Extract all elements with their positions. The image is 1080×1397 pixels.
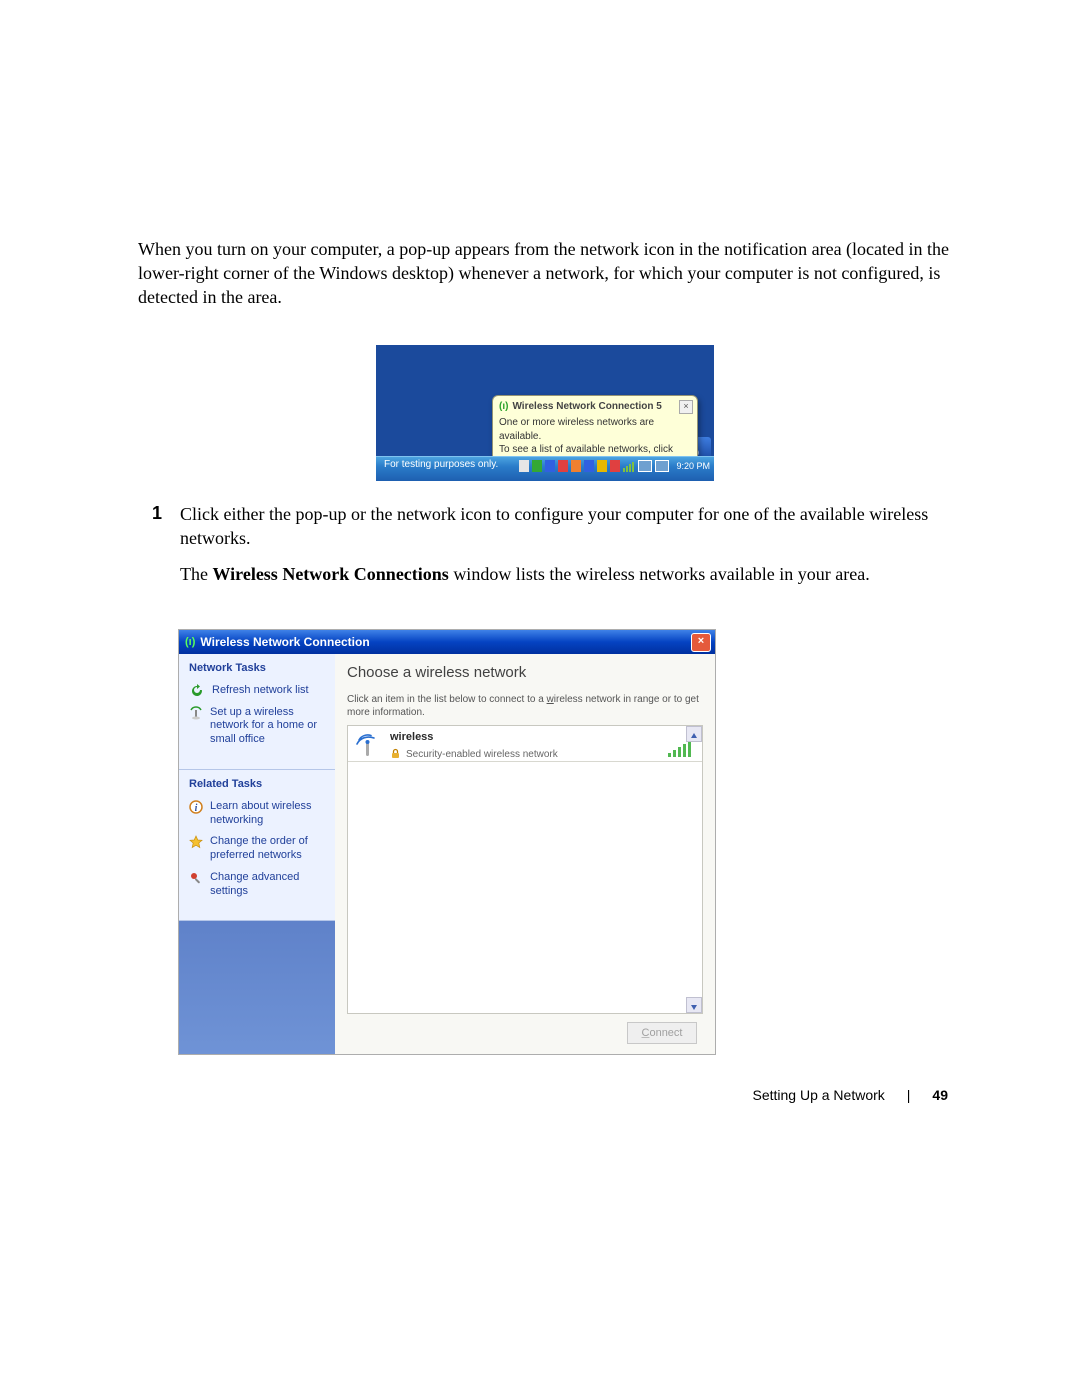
window-title: Wireless Network Connection	[200, 630, 369, 654]
scroll-down-button[interactable]	[686, 997, 702, 1013]
signal-icon[interactable]	[623, 460, 635, 472]
task-label: Learn about wireless networking	[210, 800, 325, 828]
monitor-icon[interactable]	[655, 460, 669, 472]
footer-divider: |	[907, 1087, 911, 1103]
footer-section: Setting Up a Network	[752, 1087, 884, 1103]
window-titlebar[interactable]: (ı) Wireless Network Connection ×	[179, 630, 715, 654]
taskbar: For testing purposes only. 9:20 PM	[376, 456, 714, 481]
tray-icon[interactable]	[519, 460, 529, 472]
antenna-icon	[189, 706, 203, 747]
choose-network-heading: Choose a wireless network	[347, 664, 703, 681]
setup-wireless-network-link[interactable]: Set up a wireless network for a home or …	[189, 706, 325, 747]
refresh-network-list-link[interactable]: Refresh network list	[189, 684, 325, 698]
lock-icon	[390, 748, 401, 762]
learn-wireless-link[interactable]: i Learn about wireless networking	[189, 800, 325, 828]
svg-text:i: i	[195, 803, 198, 814]
info-icon: i	[189, 800, 203, 828]
connect-button[interactable]: Connect	[627, 1022, 697, 1044]
tray-icon[interactable]	[610, 460, 620, 472]
task-label: Change the order of preferred networks	[210, 835, 325, 863]
related-tasks-heading: Related Tasks	[189, 778, 325, 790]
task-label: Refresh network list	[212, 684, 309, 698]
task-label: Change advanced settings	[210, 871, 325, 899]
wireless-connection-window: (ı) Wireless Network Connection × Networ…	[178, 629, 716, 1055]
balloon-close-button[interactable]: ×	[679, 400, 693, 414]
star-icon	[189, 835, 203, 863]
step-text: Click either the pop-up or the network i…	[180, 503, 952, 551]
tray-icon[interactable]	[597, 460, 607, 472]
wireless-icon: (ı)	[185, 630, 195, 654]
tray-icon[interactable]	[532, 460, 542, 472]
network-tasks-heading: Network Tasks	[189, 662, 325, 674]
settings-icon	[189, 871, 203, 899]
page-footer: Setting Up a Network | 49	[752, 1087, 948, 1103]
figure-balloon-tip: nal 120) × (ı) Wireless Network Connecti…	[376, 345, 714, 481]
tray-icon[interactable]	[571, 460, 581, 472]
antenna-icon	[354, 732, 382, 765]
figure-wireless-window: (ı) Wireless Network Connection × Networ…	[178, 629, 952, 1055]
taskbar-clock: 9:20 PM	[676, 461, 710, 471]
page-number: 49	[932, 1087, 948, 1103]
intro-paragraph: When you turn on your computer, a pop-up…	[138, 238, 952, 309]
tray-icon[interactable]	[558, 460, 568, 472]
network-list[interactable]: wireless Security-enabled wireless netwo…	[347, 725, 703, 1014]
tray-icon[interactable]	[584, 460, 594, 472]
network-icon[interactable]	[638, 460, 652, 472]
change-order-link[interactable]: Change the order of preferred networks	[189, 835, 325, 863]
network-item[interactable]: wireless Security-enabled wireless netwo…	[348, 726, 702, 762]
refresh-icon	[189, 684, 205, 698]
step-followup: The Wireless Network Connections window …	[180, 563, 952, 587]
task-label: Set up a wireless network for a home or …	[210, 706, 325, 747]
network-name: wireless	[390, 731, 672, 743]
system-tray[interactable]: 9:20 PM	[519, 460, 710, 472]
network-security-label: Security-enabled wireless network	[406, 749, 558, 760]
desktop-watermark: For testing purposes only.	[384, 459, 498, 470]
balloon-title: Wireless Network Connection 5	[512, 401, 661, 412]
main-pane: Choose a wireless network Click an item …	[335, 654, 715, 1054]
step-number: 1	[138, 503, 162, 598]
change-advanced-link[interactable]: Change advanced settings	[189, 871, 325, 899]
balloon-line1: One or more wireless networks are availa…	[499, 416, 691, 443]
window-close-button[interactable]: ×	[691, 633, 711, 652]
tray-icon[interactable]	[545, 460, 555, 472]
signal-strength-icon	[668, 742, 692, 763]
sidebar: Network Tasks Refresh network list Se	[179, 654, 335, 1054]
wireless-icon: (ı)	[499, 401, 508, 412]
hint-text: Click an item in the list below to conne…	[347, 693, 703, 719]
